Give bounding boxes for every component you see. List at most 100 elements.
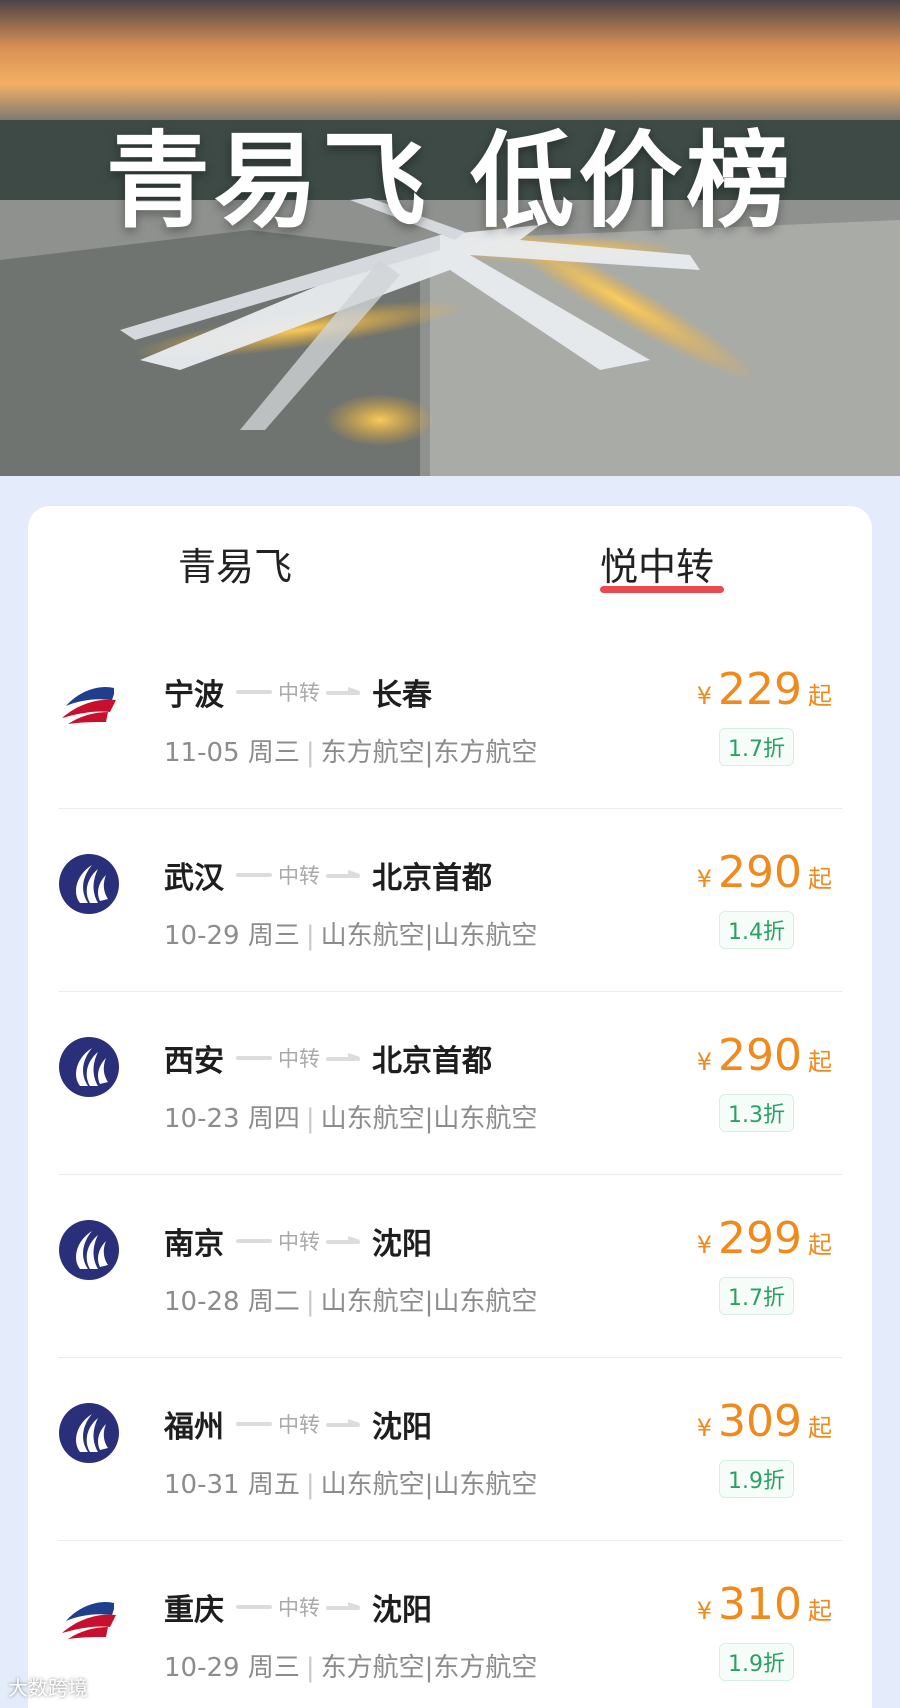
- transfer-label: 中转: [278, 1230, 320, 1254]
- destination-city: 沈阳: [372, 1227, 432, 1262]
- flight-meta: 10-29 周三 | 东方航空|东方航空: [164, 1647, 537, 1684]
- hero-banner: 青易飞 低价榜: [0, 0, 900, 476]
- flight-meta: 10-29 周三 | 山东航空|山东航空: [164, 915, 537, 952]
- price-suffix: 起: [808, 865, 832, 893]
- price-suffix: 起: [808, 1414, 832, 1442]
- price: ¥229 起: [697, 664, 832, 715]
- discount-badge: 1.4折: [719, 911, 794, 949]
- shandong-airlines-logo-icon: [58, 1219, 120, 1281]
- price: ¥309 起: [697, 1396, 832, 1447]
- transfer-label: 中转: [278, 864, 320, 888]
- transfer-label: 中转: [278, 1047, 320, 1071]
- flight-row[interactable]: 武汉 中转 北京首都 10-29 周三 | 山东航空|山东航空 ¥290 起 1.4折: [58, 809, 842, 992]
- flight-row[interactable]: 南京 中转 沈阳 10-28 周二 | 山东航空|山东航空 ¥299 起 1.7折: [58, 1175, 842, 1358]
- route: 南京 中转 沈阳: [164, 1219, 432, 1263]
- origin-city: 重庆: [164, 1593, 224, 1628]
- flight-date: 10-23 周四: [164, 1104, 300, 1134]
- shandong-airlines-logo-icon: [58, 853, 120, 915]
- discount-badge: 1.7折: [719, 728, 794, 766]
- connector-line: [236, 1422, 272, 1426]
- flight-meta: 11-05 周三 | 东方航空|东方航空: [164, 732, 537, 769]
- price-amount: 290: [718, 1030, 802, 1081]
- flight-row[interactable]: 重庆 中转 沈阳 10-29 周三 | 东方航空|东方航空 ¥310 起 1.9折: [58, 1541, 842, 1708]
- discount-badge: 1.9折: [719, 1460, 794, 1498]
- flight-meta: 10-23 周四 | 山东航空|山东航空: [164, 1098, 537, 1135]
- china-eastern-logo-icon: [58, 670, 120, 732]
- meta-divider: |: [305, 921, 315, 951]
- price-amount: 229: [718, 664, 802, 715]
- arrow-right-icon: [326, 1419, 360, 1429]
- connector-line: [236, 873, 272, 877]
- flight-row[interactable]: 宁波 中转 长春 11-05 周三 | 东方航空|东方航空 ¥229 起 1.7折: [58, 626, 842, 809]
- airline-names: 东方航空|东方航空: [320, 738, 538, 768]
- price-amount: 310: [718, 1579, 802, 1630]
- meta-divider: |: [305, 1104, 315, 1134]
- destination-city: 沈阳: [372, 1410, 432, 1445]
- transfer-connector: 中转: [236, 1043, 360, 1073]
- tab-qingyifei[interactable]: 青易飞: [178, 536, 292, 591]
- route: 武汉 中转 北京首都: [164, 853, 492, 897]
- flight-date: 10-29 周三: [164, 1653, 300, 1683]
- flight-meta: 10-28 周二 | 山东航空|山东航空: [164, 1281, 537, 1318]
- transfer-connector: 中转: [236, 1409, 360, 1439]
- meta-divider: |: [305, 1287, 315, 1317]
- watermark: 大数跨境: [8, 1676, 88, 1700]
- price-amount: 299: [718, 1213, 802, 1264]
- price-suffix: 起: [808, 1597, 832, 1625]
- origin-city: 南京: [164, 1227, 224, 1262]
- meta-divider: |: [305, 1470, 315, 1500]
- destination-city: 北京首都: [372, 861, 492, 896]
- connector-line: [236, 1239, 272, 1243]
- flight-row[interactable]: 福州 中转 沈阳 10-31 周五 | 山东航空|山东航空 ¥309 起 1.9折: [58, 1358, 842, 1541]
- tab-bar: 青易飞 悦中转: [28, 506, 872, 626]
- price: ¥290 起: [697, 847, 832, 898]
- price-suffix: 起: [808, 682, 832, 710]
- shandong-airlines-logo-icon: [58, 1036, 120, 1098]
- ranking-card: 青易飞 悦中转 宁波 中转 长春 11-05 周三 | 东方航空|东方航空 ¥229 起 1.7…: [28, 506, 872, 1708]
- flight-date: 10-29 周三: [164, 921, 300, 951]
- transfer-label: 中转: [278, 1413, 320, 1437]
- origin-city: 宁波: [164, 678, 224, 713]
- arrow-right-icon: [326, 1236, 360, 1246]
- transfer-connector: 中转: [236, 677, 360, 707]
- active-tab-indicator: [600, 586, 724, 593]
- discount-badge: 1.9折: [719, 1643, 794, 1681]
- currency-symbol: ¥: [696, 1414, 713, 1442]
- airline-names: 山东航空|山东航空: [320, 1104, 538, 1134]
- meta-divider: |: [305, 738, 315, 768]
- discount-badge: 1.3折: [719, 1094, 794, 1132]
- transfer-connector: 中转: [236, 1226, 360, 1256]
- route: 宁波 中转 长春: [164, 670, 432, 714]
- connector-line: [236, 1056, 272, 1060]
- currency-symbol: ¥: [696, 1048, 713, 1076]
- price: ¥310 起: [697, 1579, 832, 1630]
- airline-names: 山东航空|山东航空: [320, 921, 538, 951]
- airline-names: 山东航空|山东航空: [320, 1470, 538, 1500]
- origin-city: 武汉: [164, 861, 224, 896]
- route: 西安 中转 北京首都: [164, 1036, 492, 1080]
- discount-badge: 1.7折: [719, 1277, 794, 1315]
- arrow-right-icon: [326, 687, 360, 697]
- transfer-connector: 中转: [236, 860, 360, 890]
- price-amount: 290: [718, 847, 802, 898]
- currency-symbol: ¥: [696, 1231, 713, 1259]
- price-suffix: 起: [808, 1231, 832, 1259]
- airline-names: 东方航空|东方航空: [320, 1653, 538, 1683]
- shandong-airlines-logo-icon: [58, 1402, 120, 1464]
- tab-yuezhongzhuan[interactable]: 悦中转: [600, 536, 714, 591]
- flight-row[interactable]: 西安 中转 北京首都 10-23 周四 | 山东航空|山东航空 ¥290 起 1.3折: [58, 992, 842, 1175]
- flight-list: 宁波 中转 长春 11-05 周三 | 东方航空|东方航空 ¥229 起 1.7折 武汉 中转 北京首…: [58, 626, 842, 1708]
- arrow-right-icon: [326, 1602, 360, 1612]
- flight-date: 10-28 周二: [164, 1287, 300, 1317]
- price-amount: 309: [718, 1396, 802, 1447]
- airline-names: 山东航空|山东航空: [320, 1287, 538, 1317]
- transfer-connector: 中转: [236, 1592, 360, 1622]
- arrow-right-icon: [326, 870, 360, 880]
- origin-city: 西安: [164, 1044, 224, 1079]
- connector-line: [236, 1605, 272, 1609]
- transfer-label: 中转: [278, 1596, 320, 1620]
- currency-symbol: ¥: [696, 682, 713, 710]
- flight-date: 11-05 周三: [164, 738, 300, 768]
- china-eastern-logo-icon: [58, 1585, 120, 1647]
- currency-symbol: ¥: [696, 1597, 713, 1625]
